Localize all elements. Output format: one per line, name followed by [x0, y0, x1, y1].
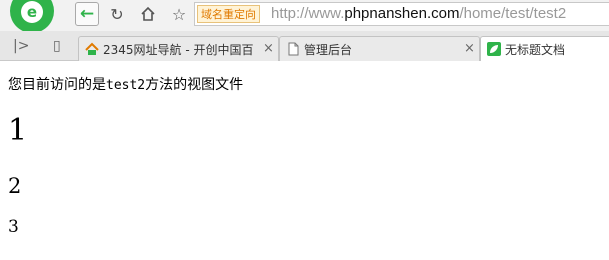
address-bar[interactable]: 域名重定向 http://www.phpnanshen.com/home/tes… — [194, 2, 609, 26]
tab-strip: |> ▯ 2345网址导航 - 开创中国百 × 管理后台 × 无标题文档 — [0, 31, 609, 62]
url-path: /home/test/test2 — [459, 5, 567, 22]
back-button[interactable]: ← — [75, 2, 99, 26]
tab-untitled[interactable]: 无标题文档 — [480, 36, 609, 62]
url-text[interactable]: http://www.phpnanshen.com/home/test/test… — [271, 4, 566, 24]
home-icon — [141, 6, 155, 21]
url-scheme: http://www. — [271, 5, 345, 22]
intro-prefix: 您目前访问的是 — [8, 77, 106, 93]
leaf-favicon — [487, 42, 501, 56]
close-tab-icon[interactable]: × — [464, 41, 475, 56]
tab-title: 管理后台 — [304, 43, 353, 57]
tab-title: 2345网址导航 - 开创中国百 — [103, 43, 253, 57]
tab-title: 无标题文档 — [505, 43, 566, 57]
redirect-badge[interactable]: 域名重定向 — [197, 5, 260, 23]
browser-toolbar: e ← ↻ ☆ 域名重定向 http://www.phpnanshen.com/… — [0, 0, 609, 33]
arrow-left-icon: ← — [79, 4, 95, 24]
url-host: phpnanshen.com — [344, 5, 460, 22]
home-button[interactable] — [137, 3, 159, 25]
intro-text: 您目前访问的是test2方法的视图文件 — [8, 74, 243, 94]
sidebar-toggle-icon[interactable]: |> — [13, 38, 29, 54]
reload-icon: ↻ — [110, 4, 124, 24]
2345-favicon — [85, 42, 99, 55]
page-content: 您目前访问的是test2方法的视图文件 1 2 3 — [0, 61, 609, 260]
bookmark-star-button[interactable]: ☆ — [168, 3, 190, 25]
browser-logo-icon[interactable]: e — [10, 0, 54, 33]
intro-code: test2 — [106, 78, 146, 93]
star-icon: ☆ — [171, 4, 187, 24]
logo-e-glyph: e — [26, 3, 38, 21]
intro-suffix: 方法的视图文件 — [145, 77, 244, 93]
tab-2345[interactable]: 2345网址导航 - 开创中国百 × — [78, 36, 279, 61]
close-tab-icon[interactable]: × — [263, 41, 274, 56]
heading-1: 1 — [8, 113, 28, 148]
tab-admin[interactable]: 管理后台 × — [279, 36, 480, 61]
reload-button[interactable]: ↻ — [106, 3, 128, 25]
heading-3: 3 — [8, 217, 19, 237]
heading-2: 2 — [8, 174, 22, 198]
page-icon — [288, 42, 299, 56]
device-icon[interactable]: ▯ — [53, 38, 61, 54]
